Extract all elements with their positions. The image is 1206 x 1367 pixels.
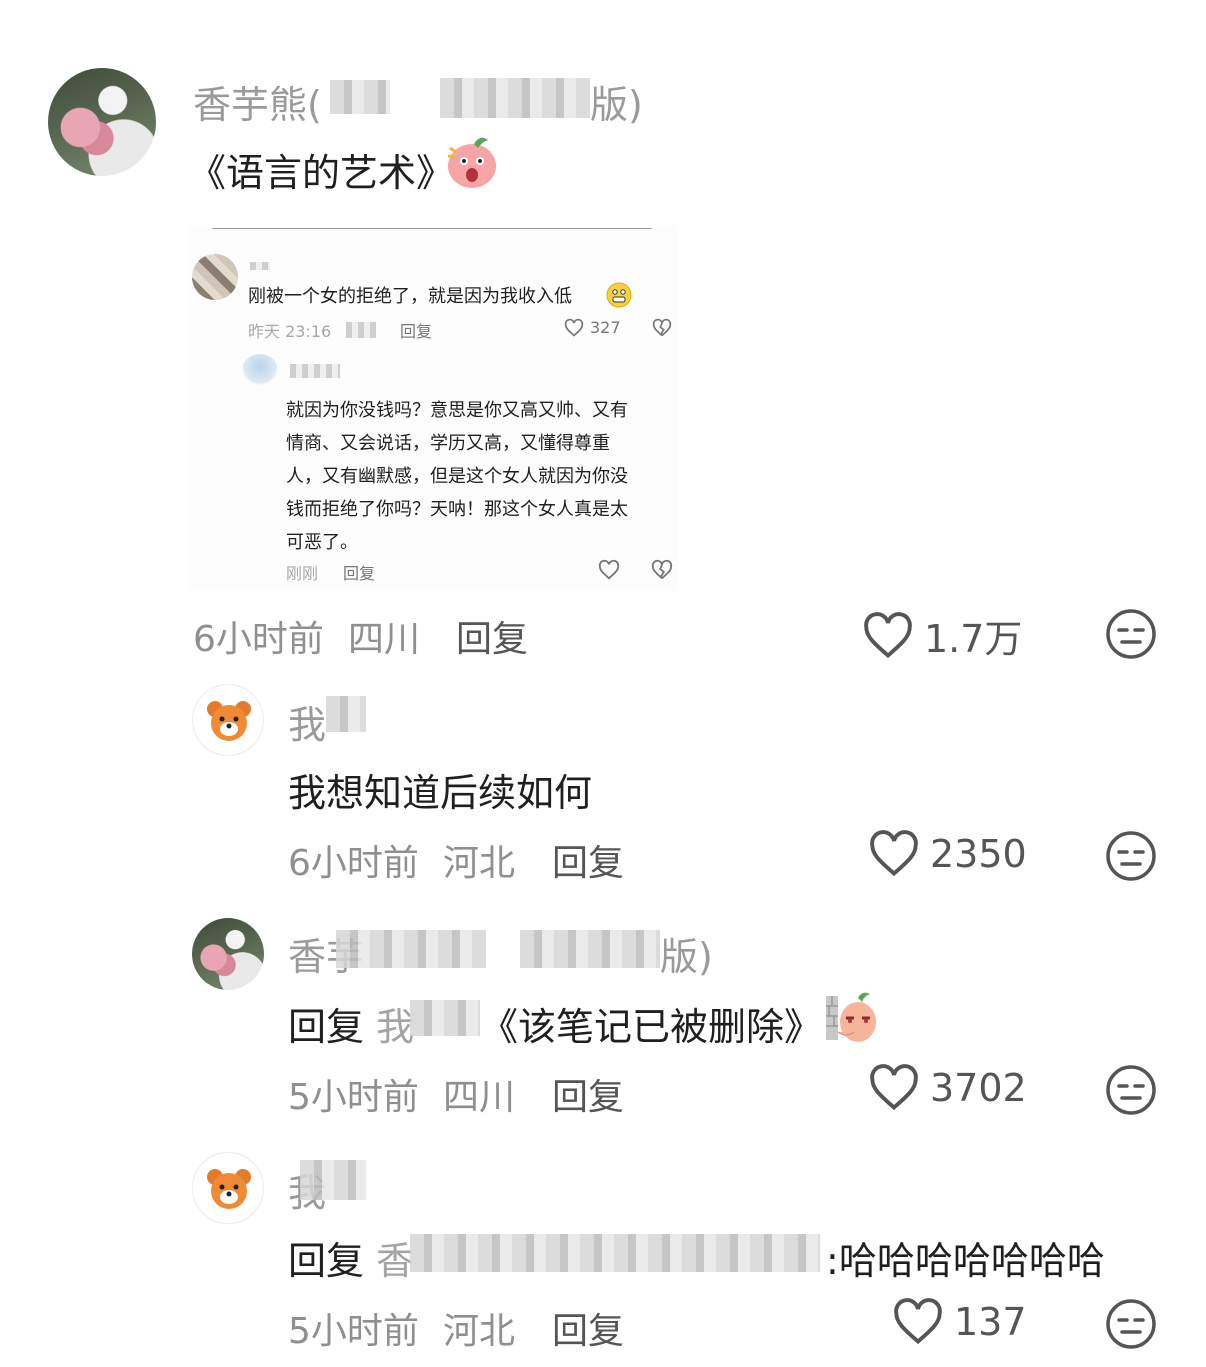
grimace-emoji-icon	[606, 282, 632, 308]
like-count: 3702	[930, 1066, 1027, 1110]
comment-author[interactable]: 香芋熊(	[193, 74, 322, 129]
comment-time: 昨天 23:16	[248, 322, 332, 341]
like-button[interactable]: 137	[892, 1298, 1027, 1346]
heart-icon	[870, 1064, 918, 1111]
heart-icon	[894, 1298, 942, 1345]
comment-location: 四川	[348, 619, 421, 660]
heart-icon	[870, 830, 918, 877]
broken-heart-icon[interactable]	[651, 559, 673, 581]
reply-time: 刚刚	[286, 564, 319, 583]
redacted-name-blur	[520, 930, 660, 968]
reply-text: 就因为你没钱吗？意思是你又高又帅、又有 情商、又会说话，学历又高，又懂得尊重 人…	[286, 400, 628, 553]
reply-button[interactable]: 回复	[400, 318, 432, 342]
comment-author[interactable]: 我	[288, 694, 326, 749]
comment-location: 河北	[443, 843, 516, 884]
comment-text: 《该笔记已被删除》	[480, 1005, 823, 1049]
avatar[interactable]	[192, 918, 264, 990]
shocked-face-sticker-icon	[447, 137, 496, 188]
redacted-name-blur	[290, 364, 340, 378]
redacted-location-blur	[346, 322, 376, 338]
bear-avatar-icon	[207, 1169, 251, 1209]
like-button[interactable]: 2350	[868, 830, 1027, 878]
like-count: 327	[590, 318, 621, 337]
reply-button[interactable]: 回复	[343, 560, 375, 584]
redacted-name-blur	[326, 696, 366, 732]
avatar	[242, 354, 278, 386]
comment-text: 我想知道后续如何	[288, 771, 593, 815]
redacted-name-blur	[410, 1000, 480, 1036]
reply-target[interactable]: 我	[376, 1005, 414, 1049]
unamused-face-icon[interactable]	[1105, 1064, 1157, 1116]
comment-author-tail: 版)	[590, 83, 643, 127]
heart-icon[interactable]	[598, 559, 620, 581]
unamused-face-icon[interactable]	[1105, 1298, 1157, 1350]
redacted-name-blur	[250, 262, 270, 270]
heart-icon	[864, 611, 912, 658]
divider	[212, 228, 652, 229]
bear-avatar-icon	[207, 701, 251, 741]
comment-author-tail: 版)	[660, 935, 713, 979]
comment-location: 四川	[443, 1077, 516, 1118]
avatar	[192, 254, 238, 300]
avatar[interactable]	[192, 1152, 264, 1224]
like-button[interactable]: 1.7万	[862, 608, 1022, 663]
like-count: 137	[954, 1300, 1027, 1344]
comment-time: 6小时前	[288, 843, 419, 884]
avatar[interactable]	[48, 68, 156, 176]
comment-text: 刚被一个女的拒绝了，就是因为我收入低	[248, 286, 572, 307]
comment-text: 回复 香	[288, 1230, 414, 1285]
comment-location: 河北	[443, 1311, 516, 1352]
reply-prefix: 回复	[288, 1005, 365, 1049]
reply-button[interactable]: 回复	[552, 834, 624, 886]
broken-heart-icon[interactable]	[652, 318, 672, 338]
reply-prefix: 回复	[288, 1239, 365, 1283]
comment-time: 5小时前	[288, 1311, 419, 1352]
comment-text: 回复 我	[288, 996, 414, 1051]
like-button[interactable]: 3702	[868, 1064, 1027, 1112]
comment-time: 6小时前	[193, 619, 324, 660]
comment-time: 5小时前	[288, 1077, 419, 1118]
redacted-name-blur	[410, 1234, 820, 1272]
unamused-face-icon[interactable]	[1105, 830, 1157, 882]
redacted-name-blur	[440, 78, 590, 118]
like-count: 1.7万	[924, 617, 1023, 661]
reply-button[interactable]: 回复	[552, 1302, 624, 1354]
redacted-name-blur	[300, 1160, 366, 1200]
redacted-name-blur	[330, 80, 390, 114]
reply-button[interactable]: 回复	[552, 1068, 624, 1120]
attached-screenshot-image[interactable]: 刚被一个女的拒绝了，就是因为我收入低 昨天 23:16 回复 327 就因为你没…	[188, 226, 678, 590]
redacted-name-blur	[336, 930, 486, 968]
peeking-sticker-icon	[826, 992, 876, 1042]
avatar[interactable]	[192, 684, 264, 756]
like-count: 2350	[930, 832, 1027, 876]
reply-button[interactable]: 回复	[456, 610, 528, 662]
heart-icon[interactable]	[564, 318, 584, 338]
comment-text: :哈哈哈哈哈哈哈	[826, 1239, 1105, 1283]
reply-target[interactable]: 香	[376, 1239, 414, 1283]
unamused-face-icon[interactable]	[1105, 608, 1157, 660]
comment-text: 《语言的艺术》	[188, 151, 455, 195]
